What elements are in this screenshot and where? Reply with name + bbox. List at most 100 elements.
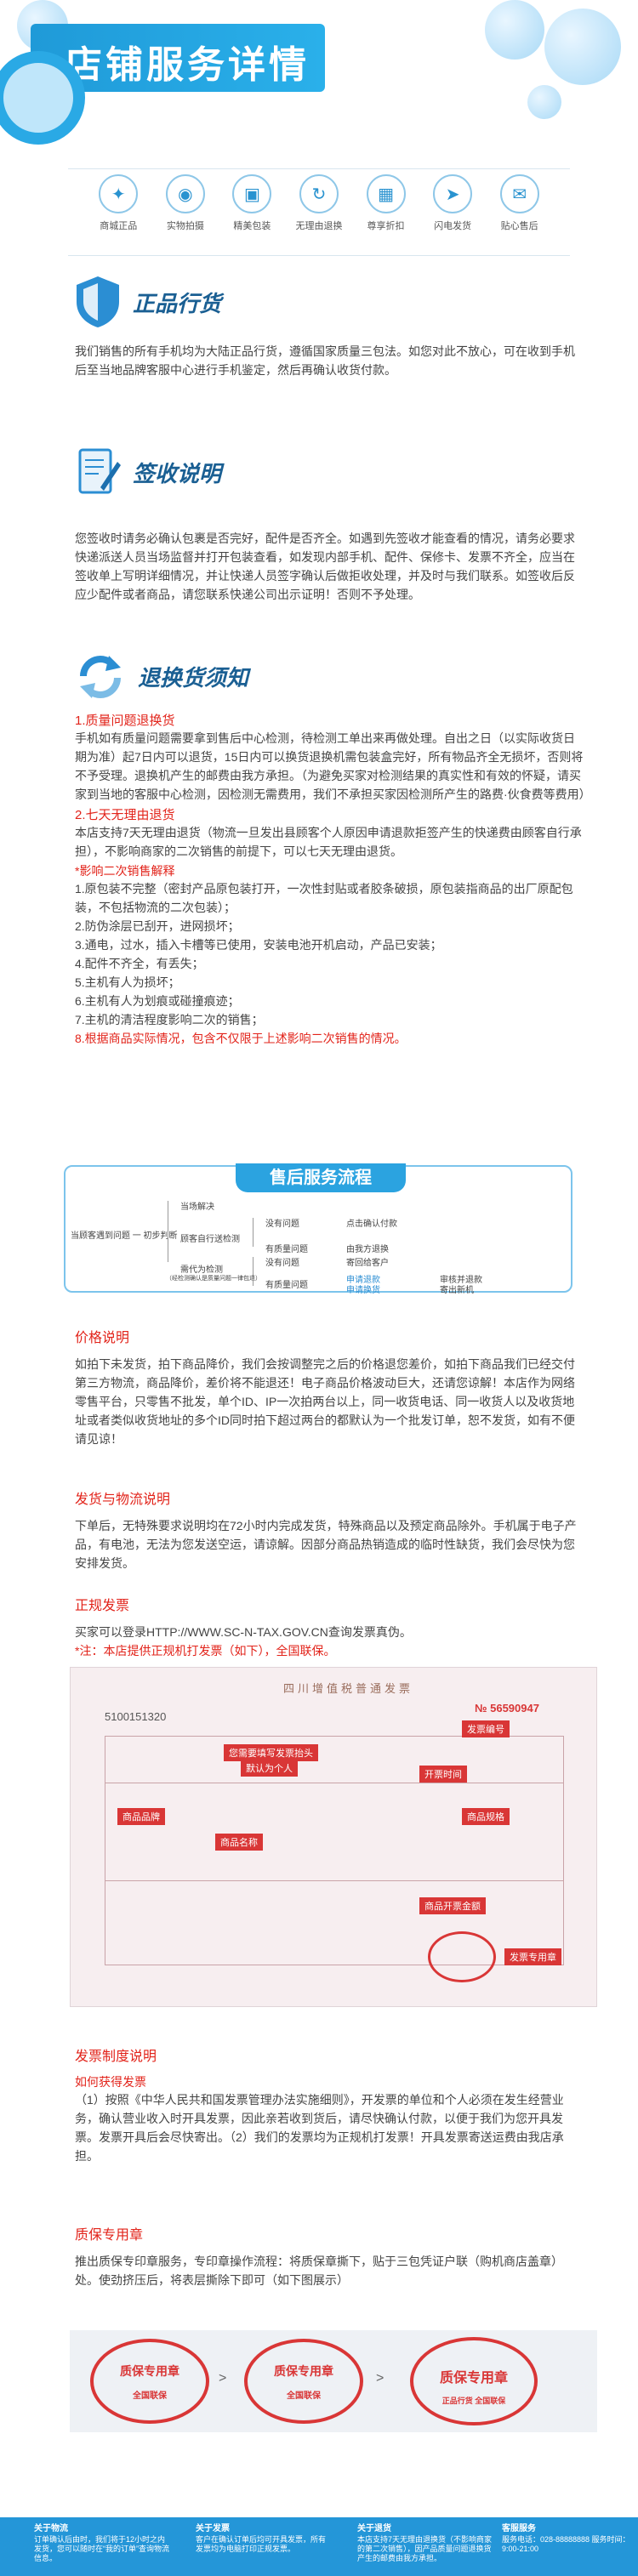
service-label: 闪电发货 bbox=[434, 221, 472, 231]
genuine-icon: ✦ bbox=[99, 174, 139, 213]
invoice-label: 开票时间 bbox=[419, 1766, 467, 1783]
flow-node: 寄出新机 bbox=[440, 1286, 474, 1295]
section-genuine: 正品行货 我们销售的所有手机均为大陆正品行货，遵循国家质量三包法。如您对此不放心… bbox=[75, 272, 585, 379]
section-receipt: 签收说明 您签收时请务必确认包裹是否完好，配件是否齐全。如遇到先签收才能查看的情… bbox=[75, 442, 585, 604]
refresh-icon: ↻ bbox=[299, 174, 339, 213]
section-title: 质保专用章 bbox=[75, 2228, 144, 2243]
page-title: 店铺服务详情 bbox=[65, 43, 310, 87]
section-title: 价格说明 bbox=[75, 1331, 130, 1345]
invoice-label: 默认为个人 bbox=[241, 1760, 298, 1777]
flow-node: （经检测确认是质量问题一律包退） bbox=[166, 1276, 261, 1282]
invoice-header: 四川增值税普通发票 bbox=[283, 1682, 414, 1695]
subheading: 如何获得发票 bbox=[75, 2075, 146, 2089]
seal-text: 质保专用章 bbox=[120, 2364, 179, 2378]
invoice-rule bbox=[105, 1880, 564, 1881]
flow-node: 当顾客遇到问题 一 初步判断 bbox=[71, 1231, 178, 1241]
section-title: 签收说明 bbox=[133, 461, 222, 487]
footer-column: 关于发票 客户在确认订单后均可开具发票，所有发票均为电脑打印正规发票。 bbox=[196, 2524, 332, 2554]
section-text: 下单后，无特殊要求说明均在72小时内完成发货，特殊商品以及预定商品除外。手机属于… bbox=[75, 1519, 577, 1570]
service-item: ▣ 精美包装 bbox=[226, 174, 277, 251]
list-item: 1.原包装不完整（密封产品原包装打开，一次性封贴或者胶条破损，原包装指商品的出厂… bbox=[75, 882, 573, 914]
section-header: 正品行货 bbox=[75, 272, 585, 332]
section-title: 发票制度说明 bbox=[75, 2050, 157, 2064]
service-label: 精美包装 bbox=[233, 221, 271, 231]
section-text: 8.根据商品实际情况，包含不仅限于上述影响二次销售的情况。 bbox=[75, 1032, 407, 1045]
service-icons: ✦ 商城正品 ◉ 实物拍摄 ▣ 精美包装 ↻ 无理由退换 ▦ 尊享折扣 ➤ 闪电发货 ✉ 贴心售后 bbox=[0, 174, 638, 251]
invoice-number: 5100151320 bbox=[105, 1710, 167, 1723]
divider bbox=[68, 168, 570, 169]
section-text: 我们销售的所有手机均为大陆正品行货，遵循国家质量三包法。如您对此不放心，可在收到… bbox=[75, 344, 575, 377]
notepad-pen-icon bbox=[78, 448, 121, 494]
section-title: 正规发票 bbox=[75, 1599, 130, 1613]
footer-title: 关于物流 bbox=[34, 2524, 68, 2533]
service-label: 贴心售后 bbox=[500, 221, 538, 231]
footer-column: 客服服务服务电话：028-88888888 服务时间：9:00-21:00 bbox=[502, 2524, 638, 2554]
shield-icon bbox=[77, 276, 119, 327]
list-item: 5.主机有人为损坏； bbox=[75, 975, 180, 989]
service-item: ▦ 尊享折扣 bbox=[361, 174, 412, 251]
service-item: ✦ 商城正品 bbox=[93, 174, 144, 251]
invoice-table bbox=[105, 1736, 564, 1965]
subheading: *影响二次销售解释 bbox=[75, 864, 175, 878]
package-icon: ▣ bbox=[232, 174, 272, 213]
invoice-serial: № 56590947 bbox=[475, 1702, 539, 1714]
list-item: 6.主机有人为划痕或碰撞痕迹； bbox=[75, 994, 240, 1008]
warranty-seal: 质保专用章 全国联保 bbox=[244, 2339, 363, 2424]
service-label: 实物拍摄 bbox=[166, 221, 204, 231]
invoice-sample-image: 四川增值税普通发票 5100151320 № 56590947 您需要填写发票抬… bbox=[70, 1667, 597, 2007]
seal-text: 质保专用章 bbox=[274, 2364, 333, 2378]
footer-text: 服务电话：028-88888888 服务时间：9:00-21:00 bbox=[502, 2535, 630, 2553]
after-sales-flow: 售后服务流程 当顾客遇到问题 一 初步判断 当场解决 顾客自行送检测 需代为检测… bbox=[64, 1163, 572, 1295]
section-header: 签收说明 bbox=[75, 442, 585, 502]
service-label: 无理由退换 bbox=[295, 221, 343, 231]
banner-header: 店铺服务详情 bbox=[0, 0, 638, 162]
flow-node: 需代为检测 bbox=[180, 1265, 223, 1275]
footer-text: 本店支持7天无理由退换货（不影响商家的第二次销售），因产品质量问题退换货产生的邮… bbox=[357, 2535, 493, 2562]
section-text: 您签收时请务必确认包裹是否完好，配件是否齐全。如遇到先签收才能查看的情况，请务必… bbox=[75, 532, 575, 601]
invoice-label: 商品规格 bbox=[462, 1808, 510, 1825]
flow-node: 点击确认付款 bbox=[346, 1220, 397, 1229]
service-item: ◉ 实物拍摄 bbox=[160, 174, 211, 251]
arrow-right-icon: > bbox=[219, 2371, 227, 2386]
flow-node: 当场解决 bbox=[180, 1203, 214, 1212]
invoice-label: 发票编号 bbox=[462, 1720, 510, 1737]
chat-icon: ✉ bbox=[499, 174, 539, 213]
footer-title: 关于退货 bbox=[357, 2524, 391, 2533]
service-item: ✉ 贴心售后 bbox=[494, 174, 545, 251]
list-item: 7.主机的清洁程度影响二次的销售； bbox=[75, 1013, 264, 1026]
section-text: 推出质保专印章服务，专印章操作流程：将质保章撕下，贴于三包凭证户联（购机商店盖章… bbox=[75, 2255, 563, 2287]
section-returns: 退换货须知 1.质量问题退换货 手机如有质量问题需要拿到售后中心检测，待检测工单… bbox=[75, 646, 591, 1048]
section-title: 退换货须知 bbox=[138, 665, 249, 691]
warranty-seal: 质保专用章 全国联保 bbox=[90, 2339, 209, 2424]
footer-text: 客户在确认订单后均可开具发票，所有发票均为电脑打印正规发票。 bbox=[196, 2535, 327, 2553]
section-text: 如拍下未发货，拍下商品降价，我们会按调整完之后的价格退您差价，如拍下商品我们已经… bbox=[75, 1357, 575, 1446]
invoice-label: 商品品牌 bbox=[117, 1808, 165, 1825]
page: 店铺服务详情 ✦ 商城正品 ◉ 实物拍摄 ▣ 精美包装 ↻ 无理由退换 ▦ 尊享折扣 ➤ 闪电发货 ✉ 贴… bbox=[0, 0, 638, 2576]
flow-node: 由我方退换 bbox=[346, 1245, 389, 1254]
invoice-label: 商品名称 bbox=[215, 1834, 263, 1851]
calculator-icon: ▦ bbox=[366, 174, 406, 213]
section-warranty: 质保专用章 推出质保专印章服务，专印章操作流程：将质保章撕下，贴于三包凭证户联（… bbox=[75, 2211, 585, 2289]
list-item: 2.防伪涂层已刮开，进网损坏； bbox=[75, 919, 240, 933]
service-label: 商城正品 bbox=[100, 221, 138, 231]
section-header: 退换货须知 bbox=[75, 646, 585, 706]
decor-bubble bbox=[544, 9, 621, 85]
service-label: 尊享折扣 bbox=[367, 221, 405, 231]
divider bbox=[68, 255, 570, 256]
flow-node: 有质量问题 bbox=[265, 1281, 308, 1290]
invoice-seal bbox=[428, 1931, 496, 1982]
refresh-arrows-icon bbox=[80, 656, 121, 698]
subheading: 1.质量问题退换货 bbox=[75, 714, 175, 728]
section-shipping: 发货与物流说明 下单后，无特殊要求说明均在72小时内完成发货，特殊商品以及预定商… bbox=[75, 1476, 585, 1572]
section-title: 正品行货 bbox=[133, 291, 222, 317]
flow-title: 售后服务流程 bbox=[236, 1163, 406, 1192]
list-item: 4.配件不齐全，有丢失； bbox=[75, 957, 204, 970]
truck-icon: ➤ bbox=[433, 174, 473, 213]
seal-bottom: 正品行货 全国联保 bbox=[441, 2397, 506, 2405]
section-text: 本店支持7天无理由退货（物流一旦发出县顾客个人原因申请退款拒签产生的快递费由顾客… bbox=[75, 826, 582, 858]
footer-title: 客服服务 bbox=[502, 2524, 536, 2533]
section-policy: 发票制度说明 如何获得发票 （1）按照《中华人民共和国发票管理办法实施细则》，开… bbox=[75, 2033, 585, 2165]
service-item: ➤ 闪电发货 bbox=[427, 174, 478, 251]
flow-node: 没有问题 bbox=[265, 1220, 299, 1229]
section-invoice: 正规发票 买家可以登录HTTP://WWW.SC-N-TAX.GOV.CN查询发… bbox=[75, 1582, 585, 1660]
